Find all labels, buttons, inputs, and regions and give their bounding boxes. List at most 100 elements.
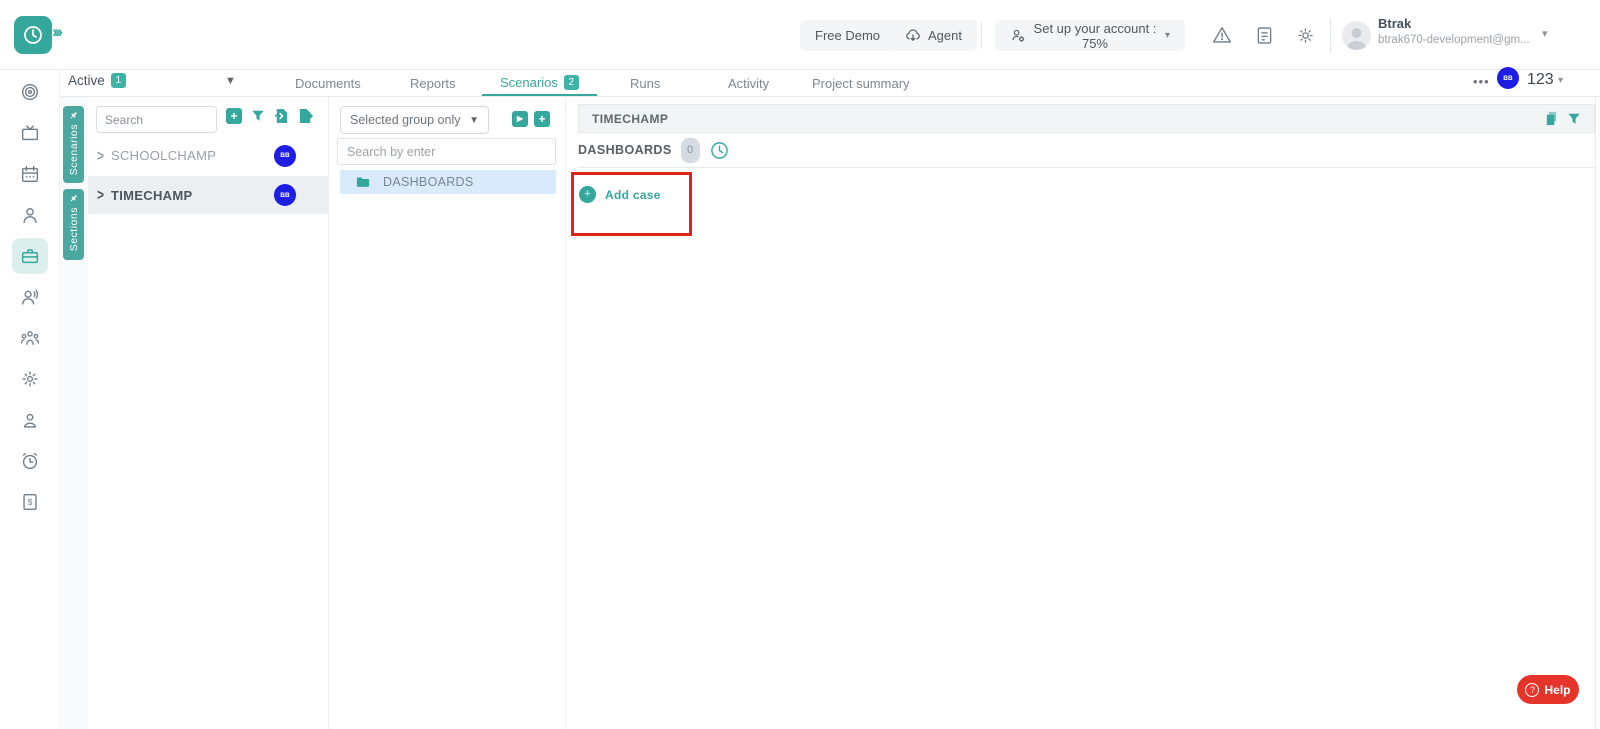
pin-icon bbox=[69, 194, 78, 203]
chevrons-right-icon[interactable]: ››› bbox=[52, 22, 60, 42]
add-group-button[interactable]: + bbox=[534, 111, 550, 127]
highlight-rectangle bbox=[571, 172, 692, 236]
tab-label: Project summary bbox=[812, 76, 910, 91]
sidebar-item-time[interactable] bbox=[12, 443, 48, 479]
add-case-button[interactable]: + Add case bbox=[579, 186, 661, 203]
gear-icon[interactable] bbox=[1293, 23, 1317, 47]
tree-item-timechamp[interactable]: > TIMECHAMP BB bbox=[88, 176, 328, 214]
clock-icon[interactable] bbox=[710, 141, 729, 160]
sidebar-item-invoice[interactable]: $ bbox=[12, 484, 48, 520]
import-icon[interactable] bbox=[274, 108, 289, 124]
tree-item-label: TIMECHAMP bbox=[111, 188, 192, 203]
plus-icon: + bbox=[538, 113, 545, 125]
svg-text:$: $ bbox=[28, 498, 33, 507]
briefcase-icon bbox=[19, 245, 41, 267]
sidebar-item-tv[interactable] bbox=[12, 115, 48, 151]
tv-icon bbox=[19, 122, 41, 144]
cloud-download-icon bbox=[905, 28, 921, 44]
help-label: Help bbox=[1544, 683, 1570, 697]
project-tab-bar: Active 1 ▼ Documents Reports Scenarios 2… bbox=[60, 70, 1600, 97]
project-number-caret-icon[interactable]: ▾ bbox=[1558, 75, 1563, 86]
sidebar-item-settings[interactable] bbox=[12, 361, 48, 397]
sidebar-item-briefcase[interactable] bbox=[12, 238, 48, 274]
vertical-tab-label: Sections bbox=[68, 207, 80, 251]
top-header: ››› Free Demo Agent Se bbox=[0, 0, 1600, 70]
export-icon[interactable] bbox=[298, 108, 313, 124]
active-filter[interactable]: Active 1 bbox=[68, 73, 126, 88]
alarm-clock-icon bbox=[19, 450, 41, 472]
main-panel-title: TIMECHAMP bbox=[592, 112, 668, 126]
chevron-right-icon: > bbox=[97, 146, 104, 164]
tab-scenarios[interactable]: Scenarios 2 bbox=[482, 70, 597, 96]
team-icon bbox=[19, 327, 41, 349]
user-icon bbox=[19, 204, 41, 226]
overflow-menu-icon[interactable]: ••• bbox=[1473, 74, 1490, 89]
app-logo[interactable] bbox=[14, 16, 52, 54]
user-gear-icon bbox=[1010, 28, 1025, 43]
target-icon bbox=[19, 81, 41, 103]
tree-item-schoolchamp[interactable]: > SCHOOLCHAMP BB bbox=[88, 140, 328, 171]
tab-label: Reports bbox=[410, 76, 456, 91]
vertical-tab-scenarios[interactable]: Scenarios bbox=[63, 106, 84, 183]
folder-label: DASHBOARDS bbox=[383, 175, 474, 189]
setup-account-button[interactable]: Set up your account : 75% ▾ bbox=[995, 20, 1185, 51]
folder-icon bbox=[356, 176, 370, 188]
sidebar-item-user[interactable] bbox=[12, 197, 48, 233]
tab-label: Scenarios bbox=[500, 75, 558, 90]
pin-icon bbox=[69, 111, 78, 120]
section-header-row: DASHBOARDS 0 bbox=[578, 133, 1595, 168]
icon-sidebar: $ bbox=[0, 70, 60, 729]
copy-icon[interactable] bbox=[1544, 111, 1559, 126]
user-menu-caret-icon[interactable]: ▾ bbox=[1542, 27, 1548, 40]
user-name: Btrak bbox=[1378, 16, 1411, 31]
projects-panel: + > SCHOOLCHAMP BB > TIMECHAMP BB bbox=[88, 97, 329, 729]
account-icon bbox=[19, 409, 41, 431]
group-search-input[interactable] bbox=[337, 138, 556, 165]
sidebar-item-account[interactable] bbox=[12, 402, 48, 438]
groups-panel: Selected group only ▼ ▶ + DASHBOARDS bbox=[330, 97, 566, 729]
project-badge: BB bbox=[274, 145, 296, 167]
caret-down-icon: ▾ bbox=[1165, 30, 1170, 41]
free-demo-button[interactable]: Free Demo bbox=[800, 20, 895, 51]
tab-activity[interactable]: Activity bbox=[728, 70, 769, 96]
sidebar-item-target[interactable] bbox=[12, 74, 48, 110]
filter-icon[interactable] bbox=[251, 109, 265, 123]
projects-toolbar: + bbox=[226, 108, 313, 124]
run-button[interactable]: ▶ bbox=[512, 111, 528, 127]
folder-item-dashboards[interactable]: DASHBOARDS bbox=[340, 170, 556, 194]
main-panel-header: TIMECHAMP bbox=[578, 104, 1595, 133]
tab-runs[interactable]: Runs bbox=[630, 70, 660, 96]
user-email: btrak670-development@gm... bbox=[1378, 34, 1530, 46]
active-filter-caret-icon[interactable]: ▼ bbox=[225, 75, 236, 87]
tab-reports[interactable]: Reports bbox=[410, 70, 456, 96]
tab-documents[interactable]: Documents bbox=[295, 70, 361, 96]
sidebar-item-team[interactable] bbox=[12, 320, 48, 356]
section-title: DASHBOARDS bbox=[578, 143, 672, 157]
user-initials-badge[interactable]: BB bbox=[1497, 67, 1519, 89]
active-count-badge: 1 bbox=[111, 73, 126, 88]
sidebar-item-user-voice[interactable] bbox=[12, 279, 48, 315]
vertical-tab-sections[interactable]: Sections bbox=[63, 189, 84, 260]
header-divider bbox=[1330, 18, 1331, 53]
add-project-button[interactable]: + bbox=[226, 108, 242, 124]
tab-project-summary[interactable]: Project summary bbox=[812, 70, 910, 96]
agent-label: Agent bbox=[928, 28, 962, 43]
help-button[interactable]: ? Help bbox=[1517, 675, 1579, 704]
group-filter-value: Selected group only bbox=[350, 113, 461, 127]
document-icon[interactable] bbox=[1252, 23, 1276, 47]
tab-label: Runs bbox=[630, 76, 660, 91]
scenarios-count-badge: 2 bbox=[564, 75, 579, 90]
calendar-icon bbox=[19, 163, 41, 185]
project-search-input[interactable] bbox=[96, 106, 217, 133]
chevron-right-icon: > bbox=[97, 186, 104, 204]
caret-down-icon: ▼ bbox=[469, 115, 479, 126]
filter-icon[interactable] bbox=[1567, 112, 1581, 126]
project-number[interactable]: 123 bbox=[1527, 71, 1554, 89]
warning-triangle-icon[interactable] bbox=[1210, 23, 1234, 47]
add-case-label: Add case bbox=[605, 188, 661, 202]
group-filter-select[interactable]: Selected group only ▼ bbox=[340, 106, 489, 134]
avatar[interactable] bbox=[1342, 21, 1371, 50]
question-circle-icon: ? bbox=[1525, 683, 1539, 697]
sidebar-item-calendar[interactable] bbox=[12, 156, 48, 192]
agent-button[interactable]: Agent bbox=[890, 20, 977, 51]
